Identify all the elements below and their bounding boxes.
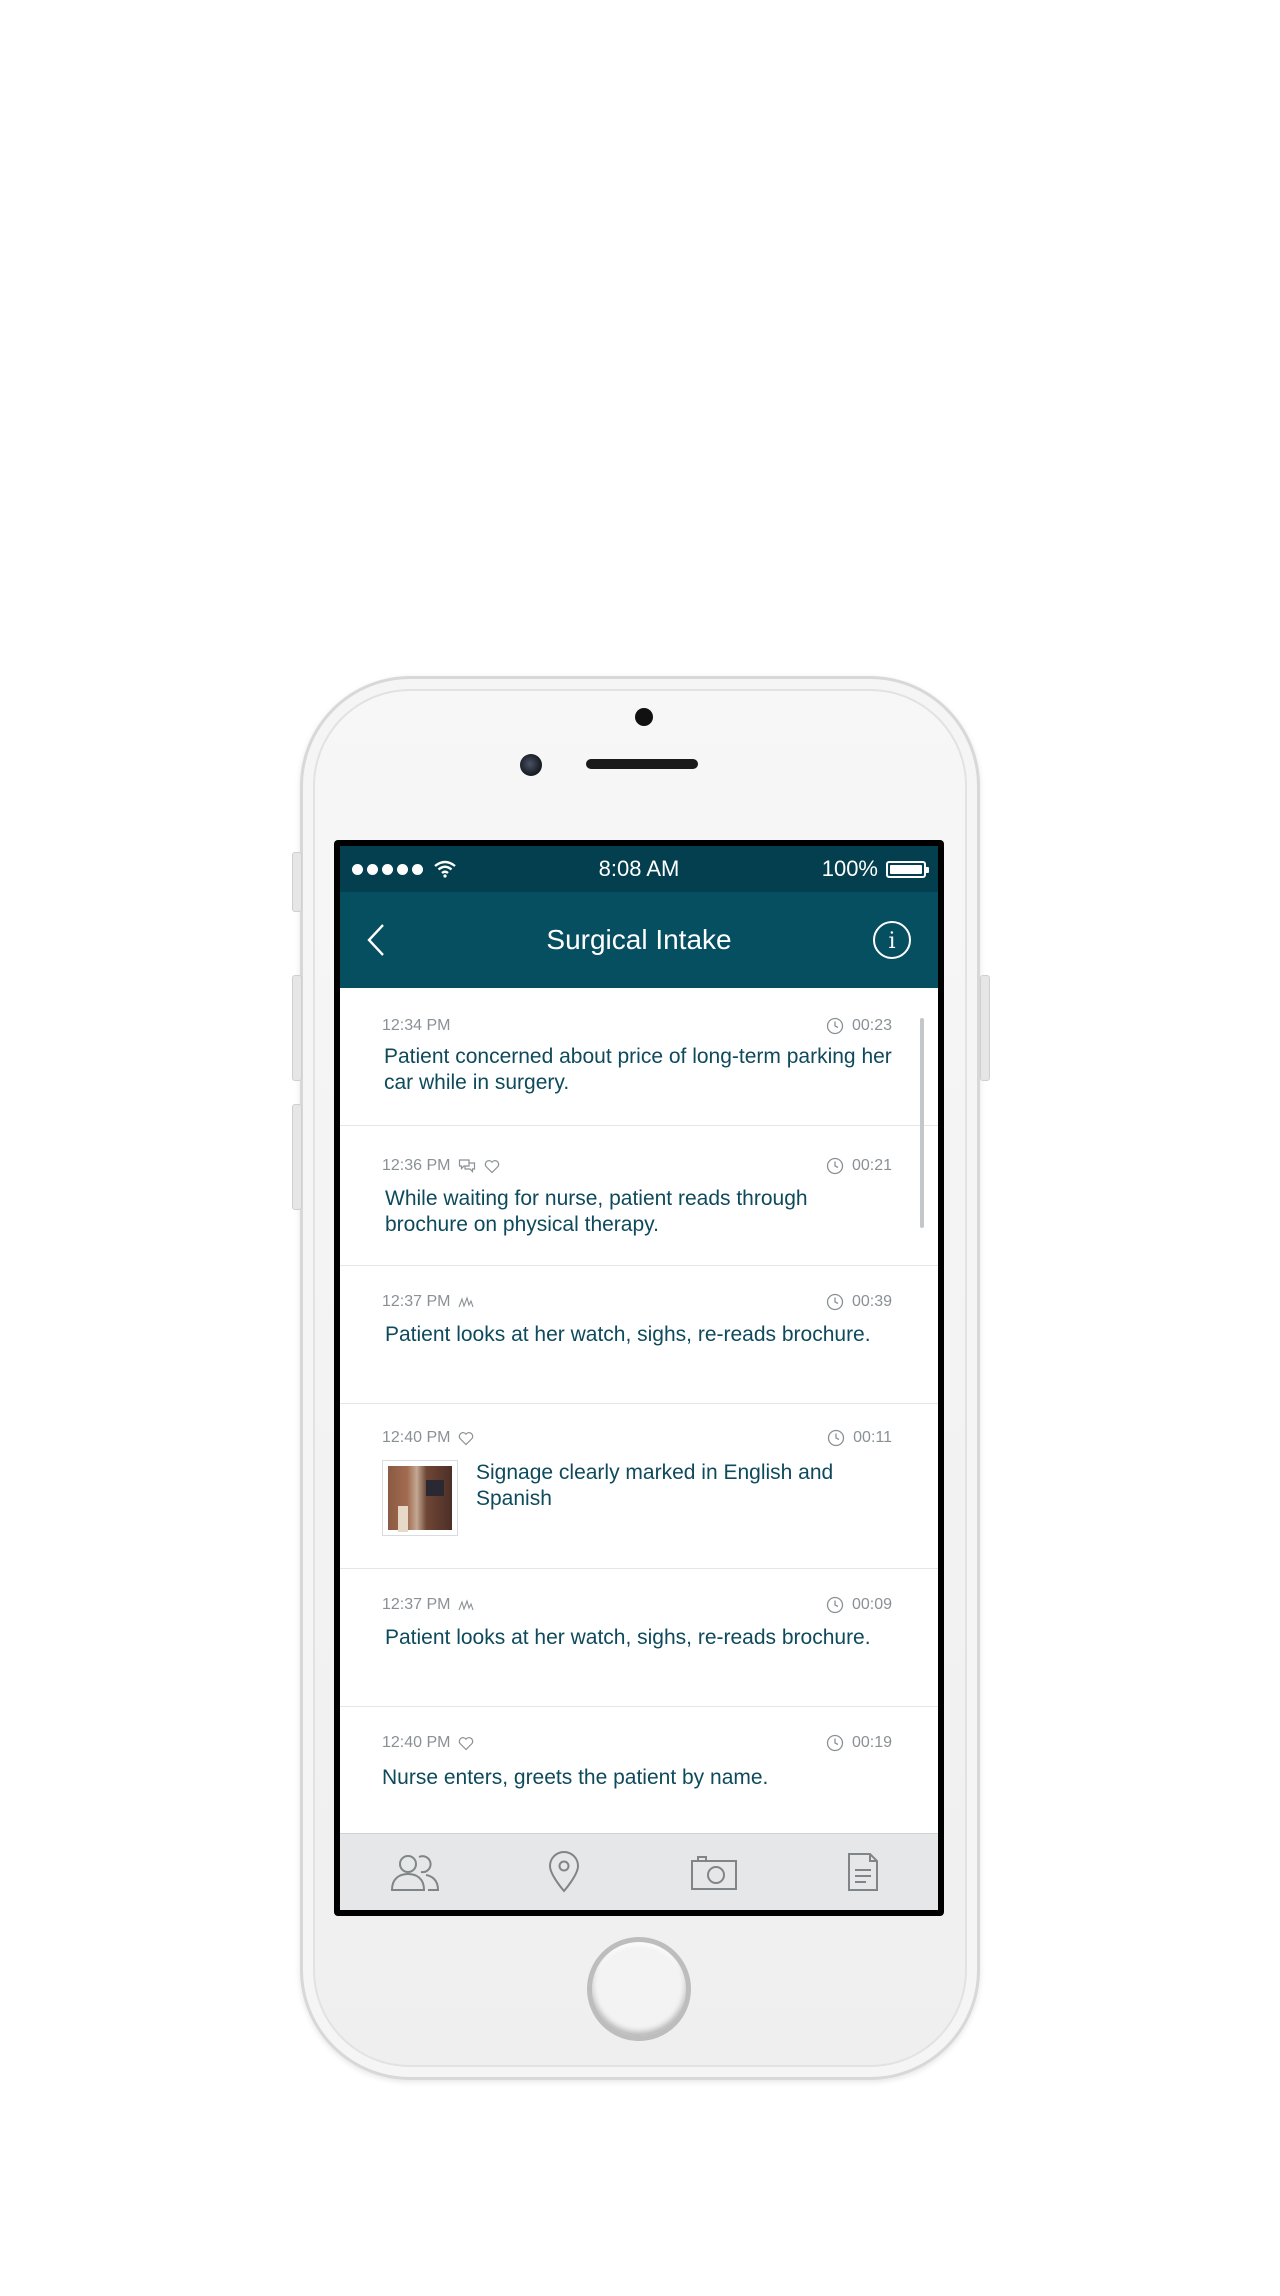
camera-icon bbox=[690, 1856, 737, 1890]
entry-text: While waiting for nurse, patient reads t… bbox=[385, 1187, 808, 1236]
location-pin-icon bbox=[549, 1851, 580, 1893]
people-icon bbox=[390, 1855, 439, 1891]
list-item[interactable]: 12:34 PM 00:23 Patient concerned about p… bbox=[340, 988, 938, 1126]
clock-icon bbox=[827, 1429, 845, 1447]
entry-time: 12:40 PM bbox=[382, 1734, 451, 1751]
entry-time: 12:40 PM bbox=[382, 1429, 451, 1446]
signal-strength-icon bbox=[352, 860, 457, 878]
app-screen: 8:08 AM 100% Surgical Intake i 12:34 PM … bbox=[340, 846, 938, 1910]
battery-icon bbox=[886, 860, 929, 878]
entry-duration: 00:21 bbox=[851, 1157, 892, 1174]
clock-icon bbox=[826, 1293, 844, 1311]
volume-up-button bbox=[292, 975, 302, 1081]
clock-icon bbox=[826, 1596, 844, 1614]
list-item[interactable]: 12:37 PM 00:39 Patient looks at her watc… bbox=[340, 1266, 938, 1404]
info-icon: i bbox=[873, 921, 911, 959]
observation-feed[interactable]: 12:34 PM 00:23 Patient concerned about p… bbox=[340, 988, 938, 1834]
list-item[interactable]: 12:36 PM 00:21 While waiting for nurse, … bbox=[340, 1126, 938, 1266]
status-bar: 8:08 AM 100% bbox=[340, 846, 938, 892]
earpiece-speaker bbox=[586, 759, 698, 769]
entry-time: 12:37 PM bbox=[382, 1293, 451, 1310]
mute-switch bbox=[292, 852, 302, 912]
svg-text:i: i bbox=[888, 929, 895, 954]
entry-time: 12:34 PM bbox=[382, 1017, 451, 1034]
tab-bar bbox=[340, 1833, 938, 1910]
entry-time: 12:37 PM bbox=[382, 1596, 451, 1613]
battery-percent: 100% bbox=[821, 856, 878, 881]
home-button[interactable] bbox=[587, 1937, 691, 2041]
tab-notes[interactable] bbox=[833, 1847, 893, 1897]
list-item[interactable]: 12:40 PM 00:11 Signage clearly marked in… bbox=[340, 1404, 938, 1569]
stage: 8:08 AM 100% Surgical Intake i 12:34 PM … bbox=[0, 0, 1280, 2296]
entry-text: Patient looks at her watch, sighs, re-re… bbox=[385, 1323, 871, 1346]
heart-icon bbox=[459, 1431, 474, 1445]
volume-down-button bbox=[292, 1104, 302, 1210]
entry-time: 12:36 PM bbox=[382, 1157, 451, 1174]
entry-duration: 00:09 bbox=[851, 1596, 892, 1613]
list-item[interactable]: 12:37 PM 00:09 Patient looks at her watc… bbox=[340, 1569, 938, 1707]
document-icon bbox=[848, 1853, 879, 1891]
page-title: Surgical Intake bbox=[546, 924, 732, 955]
signature-icon bbox=[458, 1599, 475, 1611]
entry-text: Signage clearly marked in English and Sp… bbox=[476, 1461, 834, 1510]
navigation-bar: Surgical Intake i bbox=[340, 892, 938, 988]
clock-icon bbox=[826, 1157, 844, 1175]
front-camera bbox=[520, 754, 542, 776]
entry-duration: 00:23 bbox=[851, 1017, 892, 1034]
power-button bbox=[980, 975, 990, 1081]
scrollbar[interactable] bbox=[920, 1018, 924, 1228]
proximity-sensor bbox=[635, 708, 653, 726]
entry-text: Patient concerned about price of long-te… bbox=[384, 1045, 892, 1094]
wifi-icon bbox=[433, 860, 457, 878]
tab-camera[interactable] bbox=[684, 1847, 744, 1897]
heart-icon bbox=[485, 1159, 500, 1173]
photo-thumbnail[interactable] bbox=[382, 1460, 458, 1536]
back-button[interactable] bbox=[366, 920, 396, 960]
tab-location[interactable] bbox=[534, 1847, 594, 1897]
clock-icon bbox=[826, 1017, 844, 1035]
info-button[interactable]: i bbox=[872, 920, 912, 960]
entry-duration: 00:19 bbox=[851, 1734, 892, 1751]
chevron-left-icon bbox=[367, 924, 384, 956]
clock-icon bbox=[826, 1734, 844, 1752]
comment-icon bbox=[459, 1159, 476, 1173]
heart-icon bbox=[459, 1736, 474, 1750]
entry-duration: 00:39 bbox=[851, 1293, 892, 1310]
entry-duration: 00:11 bbox=[853, 1429, 892, 1446]
entry-text: Patient looks at her watch, sighs, re-re… bbox=[385, 1626, 871, 1649]
signature-icon bbox=[458, 1296, 475, 1308]
list-item[interactable]: 12:40 PM 00:19 Nurse enters, greets the … bbox=[340, 1707, 938, 1834]
entry-text: Nurse enters, greets the patient by name… bbox=[382, 1766, 769, 1789]
tab-people[interactable] bbox=[385, 1847, 445, 1897]
